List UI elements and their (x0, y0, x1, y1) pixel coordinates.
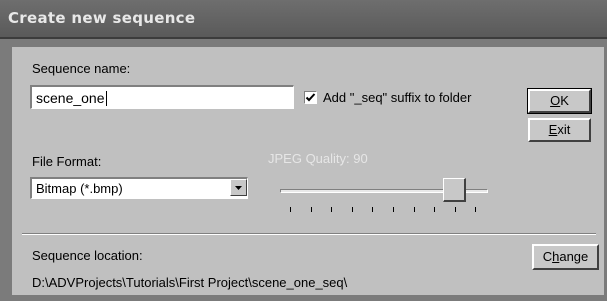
sequence-location-path: D:\ADVProjects\Tutorials\First Project\s… (32, 275, 348, 290)
create-sequence-dialog: Create new sequence Sequence name: scene… (0, 0, 607, 301)
dialog-body: Sequence name: scene_one Add "_seq" suff… (12, 47, 604, 295)
file-format-label: File Format: (32, 154, 102, 169)
file-format-value: Bitmap (*.bmp) (36, 181, 123, 196)
ok-button-label-rest: K (560, 93, 569, 108)
check-icon (305, 93, 316, 102)
exit-button-label-rest: xit (557, 122, 571, 137)
window-title: Create new sequence (8, 9, 196, 27)
slider-tick (393, 207, 394, 212)
chevron-down-icon (235, 186, 242, 190)
divider (22, 233, 596, 235)
slider-tick (290, 207, 291, 212)
dropdown-button[interactable] (230, 179, 247, 196)
jpeg-quality-label-text: JPEG Quality: (268, 151, 350, 166)
title-bar[interactable]: Create new sequence (0, 0, 607, 39)
slider-tick (311, 207, 312, 212)
slider-tick (475, 207, 476, 212)
file-format-select[interactable]: Bitmap (*.bmp) (30, 177, 248, 199)
sequence-name-value: scene_one (36, 90, 105, 106)
jpeg-quality-label: JPEG Quality: 90 (268, 151, 368, 166)
slider-tick (372, 207, 373, 212)
sequence-name-input[interactable]: scene_one (30, 85, 294, 109)
slider-tick (414, 207, 415, 212)
jpeg-quality-value: 90 (353, 151, 368, 166)
slider-tick (331, 207, 332, 212)
suffix-checkbox-label[interactable]: Add "_seq" suffix to folder (323, 90, 471, 105)
sequence-location-label: Sequence location: (32, 248, 143, 263)
change-button[interactable]: Change (532, 244, 599, 270)
change-button-label-pre: C (542, 249, 553, 264)
ok-button-mnemonic: O (550, 93, 561, 108)
slider-tick (434, 207, 435, 212)
text-caret (105, 91, 107, 106)
jpeg-quality-slider-thumb[interactable] (443, 178, 466, 202)
change-button-label-rest: ange (559, 249, 589, 264)
slider-tick (352, 207, 353, 212)
exit-button[interactable]: Exit (528, 118, 591, 142)
sequence-name-label: Sequence name: (32, 61, 131, 76)
ok-button[interactable]: OK (527, 88, 592, 114)
suffix-checkbox[interactable] (304, 91, 317, 104)
slider-tick (455, 207, 456, 212)
